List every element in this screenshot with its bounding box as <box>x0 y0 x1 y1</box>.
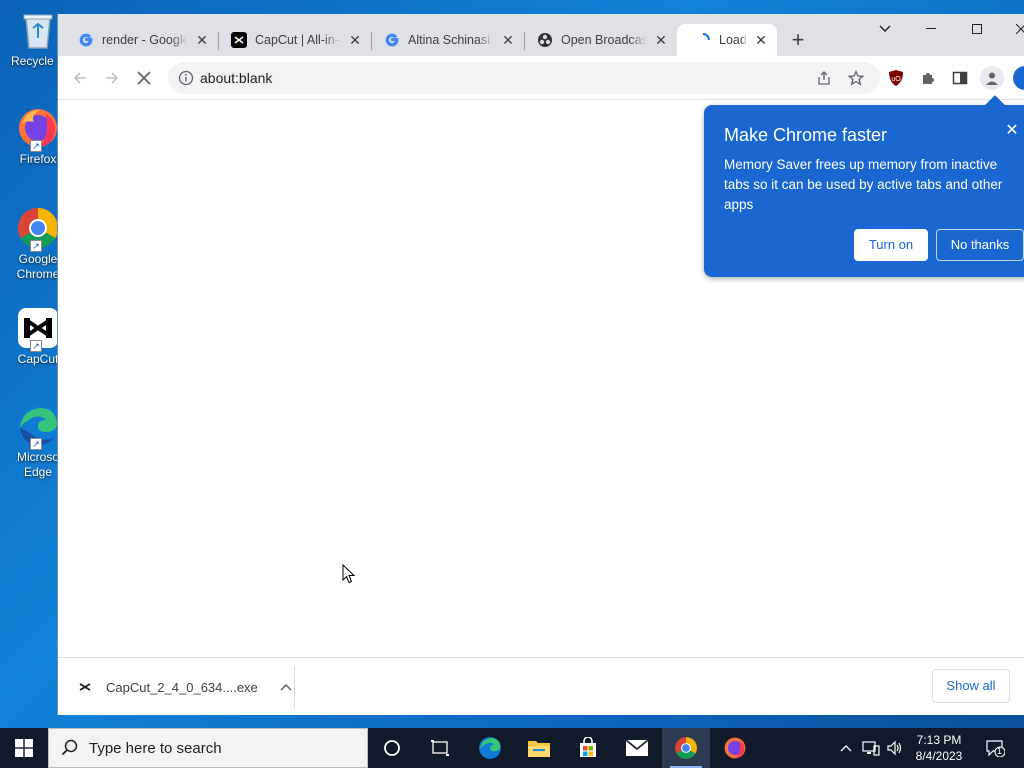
new-tab-button[interactable]: + <box>786 29 810 53</box>
share-icon[interactable] <box>816 70 832 86</box>
network-icon[interactable] <box>860 728 882 768</box>
download-bar: CapCut_2_4_0_634....exe Show all <box>58 657 1024 715</box>
chevron-up-icon <box>840 745 852 752</box>
cortana-button[interactable] <box>368 728 416 768</box>
store-bag-icon <box>580 737 596 757</box>
clock-date: 8/4/2023 <box>915 749 963 763</box>
shortcut-arrow-icon: ↗ <box>30 240 42 252</box>
bookmark-star-icon[interactable] <box>848 70 864 86</box>
forward-arrow-icon <box>106 72 119 84</box>
folder-icon <box>528 741 550 757</box>
close-icon <box>137 71 151 85</box>
cortana-circle-icon <box>384 740 400 756</box>
taskbar-chrome[interactable] <box>662 728 710 768</box>
tab-close-icon[interactable]: ✕ <box>653 32 669 48</box>
taskbar-microsoft-store[interactable] <box>564 728 612 768</box>
mail-envelope-icon <box>625 739 649 756</box>
info-icon[interactable] <box>178 70 194 86</box>
system-clock[interactable]: 7:13 PM 8/4/2023 <box>906 732 972 764</box>
tab-title: Open Broadcaste <box>561 33 647 47</box>
tab-open-broadcaster[interactable]: Open Broadcaste ✕ <box>519 24 677 56</box>
tab-capcut[interactable]: CapCut | All-in-on ✕ <box>213 24 371 56</box>
tab-title: CapCut | All-in-on <box>255 33 341 47</box>
capcut-icon: ↗ <box>16 306 60 352</box>
maximize-button[interactable] <box>954 14 1000 44</box>
divider <box>294 666 295 708</box>
capcut-file-icon <box>79 683 91 691</box>
tab-title: Altina Schinasi - <box>408 33 494 47</box>
memory-saver-bubble: Make Chrome faster ✕ Memory Saver frees … <box>704 95 1024 277</box>
tab-close-icon[interactable]: ✕ <box>753 32 769 48</box>
shortcut-arrow-icon: ↗ <box>30 438 42 450</box>
close-window-button[interactable] <box>1000 14 1024 44</box>
svg-text:uO: uO <box>891 76 901 83</box>
windows-logo-icon <box>15 739 33 757</box>
notification-center-button[interactable]: 1 <box>978 728 1012 768</box>
chrome-menu-button[interactable] <box>1013 66 1024 90</box>
extensions-puzzle-icon[interactable] <box>918 68 938 88</box>
tab-title: Loadin <box>719 33 747 47</box>
chevron-up-icon <box>280 683 292 691</box>
volume-icon[interactable] <box>884 728 906 768</box>
ublock-origin-icon[interactable]: uO <box>886 68 906 88</box>
taskbar-firefox[interactable] <box>711 728 759 768</box>
back-arrow-icon <box>73 72 86 84</box>
task-view-button[interactable] <box>416 728 464 768</box>
taskbar-edge[interactable] <box>466 728 514 768</box>
edge-icon <box>479 737 501 759</box>
firefox-icon: ↗ <box>16 106 60 152</box>
taskbar-file-explorer[interactable] <box>515 728 563 768</box>
profile-avatar-icon[interactable] <box>980 66 1004 90</box>
loading-spinner-icon <box>695 32 711 48</box>
tab-altina-schinasi[interactable]: Altina Schinasi - ✕ <box>366 24 524 56</box>
tab-close-icon[interactable]: ✕ <box>500 32 516 48</box>
notification-count: 1 <box>997 746 1003 756</box>
google-icon <box>384 32 400 48</box>
google-icon <box>78 32 94 48</box>
mouse-cursor-icon <box>342 564 356 584</box>
taskbar: Type here to search 7:13 PM 8/4/2023 1 <box>0 728 1024 768</box>
tab-render-google[interactable]: render - Google ✕ <box>60 24 218 56</box>
minimize-button[interactable] <box>908 14 954 44</box>
show-all-button[interactable]: Show all <box>932 669 1010 703</box>
capcut-icon <box>231 32 247 48</box>
no-thanks-button[interactable]: No thanks <box>936 229 1024 261</box>
search-placeholder: Type here to search <box>89 739 222 757</box>
chrome-window: render - Google ✕ CapCut | All-in-on ✕ A… <box>57 14 1024 715</box>
bubble-body: Memory Saver frees up memory from inacti… <box>724 157 1003 212</box>
close-icon[interactable]: ✕ <box>1004 123 1020 139</box>
show-hidden-icons-button[interactable] <box>836 728 856 768</box>
tab-strip: render - Google ✕ CapCut | All-in-on ✕ A… <box>58 14 1024 56</box>
task-view-icon <box>431 740 449 756</box>
turn-on-button[interactable]: Turn on <box>854 229 928 261</box>
address-text[interactable]: about:blank <box>200 62 272 94</box>
forward-button[interactable] <box>98 64 126 92</box>
edge-icon: ↗ <box>16 404 60 450</box>
download-filename: CapCut_2_4_0_634....exe <box>106 679 258 695</box>
tab-title: render - Google <box>102 33 188 47</box>
bubble-title: Make Chrome faster <box>724 125 888 145</box>
download-item[interactable]: CapCut_2_4_0_634....exe <box>78 675 292 699</box>
firefox-icon <box>724 737 746 759</box>
clock-time: 7:13 PM <box>916 733 962 747</box>
tab-search-button[interactable] <box>862 14 908 44</box>
tab-close-icon[interactable]: ✕ <box>194 32 210 48</box>
obs-icon <box>537 32 553 48</box>
stop-loading-button[interactable] <box>130 64 158 92</box>
tab-close-icon[interactable]: ✕ <box>347 32 363 48</box>
search-icon <box>61 739 78 756</box>
shortcut-arrow-icon: ↗ <box>30 140 42 152</box>
taskbar-search-box[interactable]: Type here to search <box>48 728 368 768</box>
shortcut-arrow-icon: ↗ <box>30 340 42 352</box>
toolbar: about:blank uO <box>58 56 1024 100</box>
side-panel-icon[interactable] <box>950 68 970 88</box>
tab-loading[interactable]: Loadin ✕ <box>677 24 777 56</box>
taskbar-mail[interactable] <box>613 728 661 768</box>
address-bar[interactable]: about:blank <box>168 62 880 94</box>
recycle-bin-icon <box>16 8 60 52</box>
chrome-icon <box>675 737 697 759</box>
back-button[interactable] <box>66 64 94 92</box>
chrome-icon: ↗ <box>16 206 60 252</box>
start-button[interactable] <box>0 728 48 768</box>
